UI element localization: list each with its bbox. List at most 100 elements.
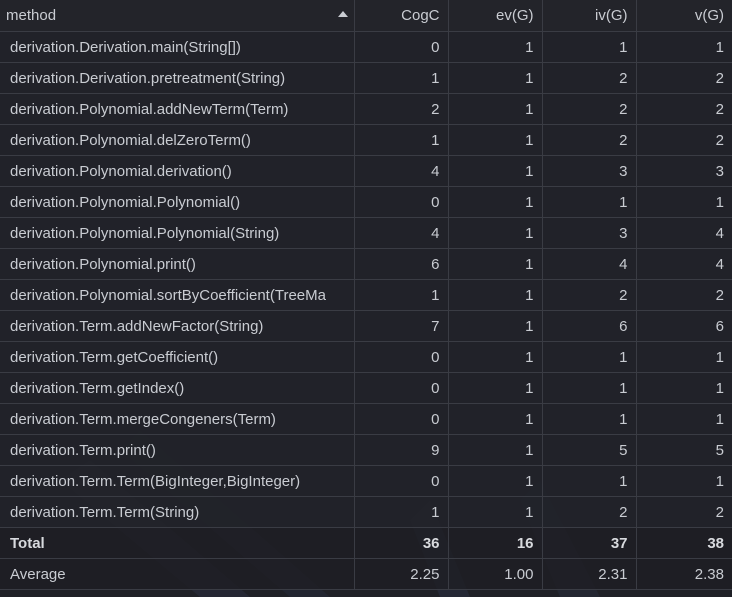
cogc-cell: 4	[354, 155, 449, 187]
cogc-cell: 9	[354, 434, 449, 466]
table-row[interactable]: derivation.Term.getIndex() 0 1 1 1	[0, 372, 732, 404]
table-row[interactable]: derivation.Polynomial.Polynomial() 0 1 1 1	[0, 186, 732, 218]
iv-cell: 2	[542, 62, 637, 94]
table-row[interactable]: derivation.Polynomial.Polynomial(String)…	[0, 217, 732, 249]
iv-cell: 1	[542, 186, 637, 218]
cogc-cell: 4	[354, 217, 449, 249]
v-cell: 1	[636, 341, 732, 373]
v-cell: 1	[636, 372, 732, 404]
iv-cell: 2	[542, 124, 637, 156]
ev-cell: 1	[448, 62, 543, 94]
table-row[interactable]: derivation.Polynomial.sortByCoefficient(…	[0, 279, 732, 311]
method-cell: derivation.Polynomial.Polynomial(String)	[0, 217, 355, 249]
column-header-iv[interactable]: iv(G)	[542, 0, 637, 32]
total-cogc: 36	[354, 527, 449, 559]
cogc-cell: 0	[354, 31, 449, 63]
cogc-cell: 1	[354, 62, 449, 94]
method-cell: derivation.Polynomial.delZeroTerm()	[0, 124, 355, 156]
ev-cell: 1	[448, 372, 543, 404]
table-row[interactable]: derivation.Term.addNewFactor(String) 7 1 6 6	[0, 310, 732, 342]
method-cell: derivation.Polynomial.sortByCoefficient(…	[0, 279, 355, 311]
iv-cell: 2	[542, 279, 637, 311]
method-cell: derivation.Derivation.pretreatment(Strin…	[0, 62, 355, 94]
ev-cell: 1	[448, 465, 543, 497]
cogc-cell: 1	[354, 279, 449, 311]
method-cell: derivation.Polynomial.addNewTerm(Term)	[0, 93, 355, 125]
v-cell: 1	[636, 31, 732, 63]
total-iv: 37	[542, 527, 637, 559]
iv-cell: 2	[542, 496, 637, 528]
ev-cell: 1	[448, 434, 543, 466]
iv-cell: 1	[542, 31, 637, 63]
total-label: Total	[0, 527, 355, 559]
cogc-cell: 0	[354, 372, 449, 404]
column-header-cogc-label: CogC	[401, 7, 440, 24]
table-row[interactable]: derivation.Term.getCoefficient() 0 1 1 1	[0, 341, 732, 373]
method-cell: derivation.Term.mergeCongeners(Term)	[0, 403, 355, 435]
total-row[interactable]: Total 36 16 37 38	[0, 527, 732, 559]
v-cell: 5	[636, 434, 732, 466]
total-v: 38	[636, 527, 732, 559]
average-iv: 2.31	[542, 558, 637, 590]
method-cell: derivation.Polynomial.Polynomial()	[0, 186, 355, 218]
cogc-cell: 0	[354, 341, 449, 373]
column-header-v[interactable]: v(G)	[636, 0, 732, 32]
average-row[interactable]: Average 2.25 1.00 2.31 2.38	[0, 558, 732, 590]
method-cell: derivation.Term.Term(BigInteger,BigInteg…	[0, 465, 355, 497]
column-header-cogc[interactable]: CogC	[354, 0, 449, 32]
average-cogc: 2.25	[354, 558, 449, 590]
metrics-table: method CogC ev(G) iv(G) v(G) derivation.…	[0, 0, 732, 590]
sort-ascending-icon[interactable]	[337, 11, 348, 17]
ev-cell: 1	[448, 31, 543, 63]
ev-cell: 1	[448, 155, 543, 187]
average-v: 2.38	[636, 558, 732, 590]
table-row[interactable]: derivation.Derivation.pretreatment(Strin…	[0, 62, 732, 94]
average-ev: 1.00	[448, 558, 543, 590]
ev-cell: 1	[448, 403, 543, 435]
column-header-ev-label: ev(G)	[496, 7, 534, 24]
iv-cell: 6	[542, 310, 637, 342]
table-row[interactable]: derivation.Derivation.main(String[]) 0 1 1 1	[0, 31, 732, 63]
ev-cell: 1	[448, 124, 543, 156]
v-cell: 1	[636, 465, 732, 497]
cogc-cell: 0	[354, 186, 449, 218]
ev-cell: 1	[448, 186, 543, 218]
table-row[interactable]: derivation.Term.Term(String) 1 1 2 2	[0, 496, 732, 528]
cogc-cell: 1	[354, 496, 449, 528]
cogc-cell: 1	[354, 124, 449, 156]
ev-cell: 1	[448, 310, 543, 342]
v-cell: 4	[636, 217, 732, 249]
average-label: Average	[0, 558, 355, 590]
method-cell: derivation.Polynomial.derivation()	[0, 155, 355, 187]
v-cell: 2	[636, 124, 732, 156]
method-cell: derivation.Derivation.main(String[])	[0, 31, 355, 63]
method-cell: derivation.Term.print()	[0, 434, 355, 466]
table-row[interactable]: derivation.Polynomial.print() 6 1 4 4	[0, 248, 732, 280]
iv-cell: 3	[542, 155, 637, 187]
v-cell: 2	[636, 496, 732, 528]
table-row[interactable]: derivation.Term.mergeCongeners(Term) 0 1 1 1	[0, 403, 732, 435]
table-row[interactable]: derivation.Polynomial.derivation() 4 1 3 3	[0, 155, 732, 187]
ev-cell: 1	[448, 93, 543, 125]
iv-cell: 4	[542, 248, 637, 280]
table-row[interactable]: derivation.Polynomial.addNewTerm(Term) 2 1…	[0, 93, 732, 125]
cogc-cell: 0	[354, 465, 449, 497]
column-header-method[interactable]: method	[0, 0, 355, 32]
iv-cell: 2	[542, 93, 637, 125]
table-row[interactable]: derivation.Polynomial.delZeroTerm() 1 1 2 2	[0, 124, 732, 156]
v-cell: 3	[636, 155, 732, 187]
method-cell: derivation.Term.addNewFactor(String)	[0, 310, 355, 342]
v-cell: 2	[636, 279, 732, 311]
table-row[interactable]: derivation.Term.print() 9 1 5 5	[0, 434, 732, 466]
method-cell: derivation.Polynomial.print()	[0, 248, 355, 280]
iv-cell: 5	[542, 434, 637, 466]
iv-cell: 3	[542, 217, 637, 249]
column-header-ev[interactable]: ev(G)	[448, 0, 543, 32]
table-row[interactable]: derivation.Term.Term(BigInteger,BigInteg…	[0, 465, 732, 497]
iv-cell: 1	[542, 403, 637, 435]
method-cell: derivation.Term.getIndex()	[0, 372, 355, 404]
ev-cell: 1	[448, 248, 543, 280]
cogc-cell: 2	[354, 93, 449, 125]
ev-cell: 1	[448, 279, 543, 311]
iv-cell: 1	[542, 341, 637, 373]
